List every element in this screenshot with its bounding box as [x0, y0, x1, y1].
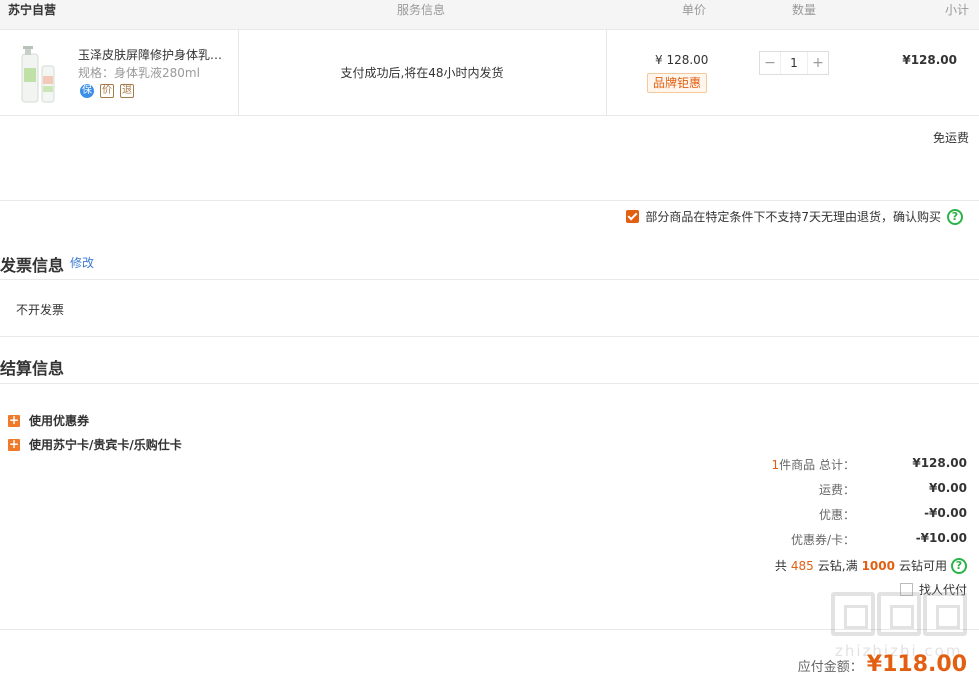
product-spec: 规格：身体乳液280ml — [78, 66, 200, 80]
store-name: 苏宁自营 — [8, 3, 57, 17]
divider — [0, 383, 979, 384]
settlement-section-title: 结算信息 — [0, 359, 65, 378]
header-unit-price: 单价 — [682, 3, 707, 17]
use-coupon-toggle[interactable]: + 使用优惠券 — [8, 412, 89, 429]
use-coupon-label: 使用优惠券 — [29, 414, 90, 428]
payable-value: ¥118.00 — [866, 652, 967, 675]
header-subtotal: 小计 — [944, 3, 969, 17]
shipping-label: 运费： — [818, 483, 855, 497]
summary-total-row: 1件商品 总计： ¥128.00 — [667, 456, 967, 472]
discount-label: 优惠： — [818, 508, 855, 522]
item-count-suffix: 件商品 总计： — [779, 458, 855, 472]
payable-label: 应付金额： — [797, 660, 863, 675]
shipping-service-text: 支付成功后,将在48小时内发货 — [340, 66, 504, 80]
coupon-label: 优惠券/卡： — [790, 533, 855, 547]
summary-discount-row: 优惠： -¥0.00 — [667, 506, 967, 522]
points-mid: 云钻,满 — [817, 559, 858, 573]
payable-amount: 应付金额： ¥118.00 — [798, 652, 967, 675]
divider — [0, 200, 979, 201]
quantity-input[interactable]: 1 — [780, 52, 808, 74]
expand-plus-icon: + — [8, 412, 20, 427]
unit-price: ¥ 128.00 — [655, 53, 709, 67]
product-name-link[interactable]: 玉泽皮肤屏障修护身体乳液280ml — [78, 46, 234, 63]
return-icon[interactable]: 退 — [120, 84, 134, 98]
product-thumbnail[interactable] — [18, 44, 62, 104]
help-icon[interactable]: ? — [951, 557, 967, 574]
points-prefix: 共 — [774, 559, 787, 573]
confirm-text: 部分商品在特定条件下不支持7天无理由退货，确认购买 — [645, 210, 941, 224]
points-have: 485 — [790, 558, 814, 573]
watermark-logo — [831, 592, 971, 636]
confirm-checkbox[interactable] — [626, 210, 640, 223]
expand-plus-icon: + — [8, 436, 20, 451]
summary-shipping-row: 运费： ¥0.00 — [667, 481, 967, 497]
return-policy-confirm: 部分商品在特定条件下不支持7天无理由退货，确认购买 ? — [626, 208, 963, 225]
summary-total: ¥128.00 — [912, 456, 967, 470]
item-subtotal: ¥128.00 — [902, 53, 957, 67]
invoice-value: 不开发票 — [16, 303, 65, 317]
increase-quantity-button[interactable]: + — [808, 52, 828, 74]
promo-badge: 品牌钜惠 — [647, 73, 708, 93]
points-suffix: 云钻可用 — [898, 559, 947, 573]
header-quantity: 数量 — [792, 3, 817, 17]
header-service: 服务信息 — [397, 3, 446, 17]
points-info: 共 485 云钻,满 1000 云钻可用 ? — [775, 557, 967, 574]
use-card-toggle[interactable]: + 使用苏宁卡/贵宾卡/乐购仕卡 — [8, 436, 182, 453]
divider — [0, 279, 979, 280]
guarantee-icon[interactable]: 保 — [80, 84, 94, 98]
column-divider — [606, 30, 607, 116]
edit-invoice-link[interactable]: 修改 — [70, 254, 94, 271]
summary-count-label: 1件商品 总计： — [772, 456, 855, 473]
coupon-value: -¥10.00 — [915, 531, 967, 545]
decrease-quantity-button[interactable]: − — [760, 52, 780, 74]
invoice-section-title: 发票信息 — [0, 256, 65, 275]
free-shipping-label: 免运费 — [932, 131, 969, 145]
shipping-value: ¥0.00 — [929, 481, 967, 495]
cart-table-header: 苏宁自营 服务信息 单价 数量 小计 — [0, 0, 979, 30]
price-protect-icon[interactable]: 价 — [100, 84, 114, 98]
help-icon[interactable]: ? — [947, 208, 963, 225]
quantity-stepper: − 1 + — [759, 51, 829, 75]
summary-coupon-row: 优惠券/卡： -¥10.00 — [667, 531, 967, 547]
service-tags: 保 价 退 — [80, 84, 134, 98]
points-min: 1000 — [861, 558, 895, 573]
use-card-label: 使用苏宁卡/贵宾卡/乐购仕卡 — [29, 438, 182, 452]
product-row: 玉泽皮肤屏障修护身体乳液280ml 规格：身体乳液280ml 保 价 退 支付成… — [0, 30, 979, 116]
discount-value: -¥0.00 — [924, 506, 967, 520]
divider — [0, 336, 979, 337]
